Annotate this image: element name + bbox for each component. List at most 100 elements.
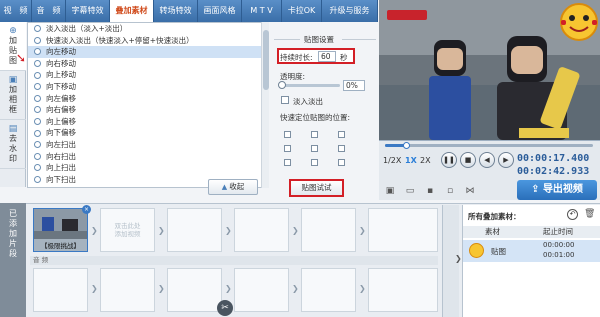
chevron-right-icon: ❯ [292, 284, 299, 293]
tab-transitions[interactable]: 转场特效 [154, 0, 198, 22]
list-scrollbar[interactable] [261, 22, 269, 188]
chevron-right-icon: ❯ [359, 226, 366, 235]
radio-button[interactable] [34, 36, 41, 44]
radio-button[interactable] [34, 118, 41, 126]
list-item[interactable]: 快速淡入淡出（快速淡入+停留+快速淡出） [28, 35, 268, 47]
radio-button[interactable] [34, 164, 41, 172]
list-item[interactable]: 向左扫出 [28, 139, 268, 151]
list-item[interactable]: 向右偏移 [28, 104, 268, 116]
export-video-button[interactable]: ⇪ 导出视频 [517, 180, 597, 200]
radio-button[interactable] [34, 106, 41, 114]
clip-thumbnail[interactable]: 【极限挑战】 × [33, 205, 91, 252]
radio-button[interactable] [34, 94, 41, 102]
position-top-right[interactable] [338, 131, 345, 138]
save-as-icon[interactable]: ▫ [445, 186, 455, 196]
undo-icon[interactable]: ↶ [567, 209, 578, 220]
expand-panel-icon[interactable]: ❯ [455, 254, 462, 263]
seek-bar[interactable] [385, 144, 593, 147]
sticker-preview-button[interactable]: 贴图试试 [289, 179, 344, 197]
tab-upgrade-service[interactable]: 升级与服务 [322, 0, 378, 22]
tab-karaoke[interactable]: 卡拉OK [282, 0, 322, 22]
position-center[interactable] [311, 145, 318, 152]
opacity-slider[interactable] [280, 84, 340, 87]
speed-half[interactable]: 1/2X [383, 156, 401, 165]
watermark-icon: ▤ [8, 124, 18, 134]
position-bottom-right[interactable] [338, 159, 345, 166]
radio-button[interactable] [34, 176, 41, 184]
frame-icon: ▣ [8, 75, 18, 85]
radio-button[interactable] [34, 141, 41, 149]
asset-row[interactable]: 贴图 00:00:00 00:01:00 [463, 240, 600, 262]
side-tab-add-frame[interactable]: ▣ 加 相 框 [0, 71, 26, 120]
remove-clip-icon[interactable]: × [82, 205, 91, 214]
position-bottom-left[interactable] [284, 159, 291, 166]
share-icon[interactable]: ⋈ [465, 186, 475, 196]
chevron-right-icon: ❯ [225, 284, 232, 293]
empty-clip-slot[interactable]: 双击此处 添加视频 [100, 208, 155, 252]
list-item[interactable]: 向上扫出 [28, 162, 268, 174]
side-tab-bar: ⊕ 加 贴 图 ▣ 加 相 框 ▤ 去 水 印 [0, 22, 26, 187]
tab-overlay-materials[interactable]: 叠加素材 [110, 0, 154, 22]
duration-unit: 秒 [340, 53, 348, 62]
list-item[interactable]: 向下偏移 [28, 127, 268, 139]
position-top-center[interactable] [311, 131, 318, 138]
stop-button[interactable]: ■ [460, 152, 476, 168]
save-icon[interactable]: ▪ [425, 186, 435, 196]
scissors-icon[interactable]: ✂ [217, 300, 233, 316]
empty-audio-slot[interactable] [301, 268, 356, 312]
list-item[interactable]: 向右移动 [28, 58, 268, 70]
speed-normal[interactable]: 1X [405, 156, 417, 165]
opacity-value[interactable]: 0% [343, 80, 365, 91]
empty-audio-slot[interactable] [33, 268, 88, 312]
arrow-indicator-icon: ➘ [16, 51, 27, 65]
speed-double[interactable]: 2X [420, 156, 431, 165]
list-item[interactable]: 向下移动 [28, 81, 268, 93]
radio-button[interactable] [34, 83, 41, 91]
position-middle-left[interactable] [284, 145, 291, 152]
tab-picture-style[interactable]: 画面风格 [198, 0, 242, 22]
open-folder-icon[interactable]: ▭ [405, 186, 415, 196]
tab-video[interactable]: 视 频 [0, 0, 32, 22]
radio-button[interactable] [34, 48, 41, 56]
prev-button[interactable]: ◀ [479, 152, 495, 168]
empty-clip-slot[interactable] [301, 208, 356, 252]
radio-button[interactable] [34, 152, 41, 160]
radio-button[interactable] [34, 71, 41, 79]
scrollbar-thumb[interactable] [263, 30, 269, 90]
tab-subtitle-effects[interactable]: 字幕特效 [66, 0, 110, 22]
empty-audio-slot[interactable] [167, 268, 222, 312]
tab-mtv[interactable]: M T V [242, 0, 282, 22]
empty-clip-slot[interactable] [368, 208, 438, 252]
empty-audio-slot[interactable] [368, 268, 438, 312]
radio-button[interactable] [34, 60, 41, 68]
trash-icon[interactable]: 🗑 [584, 209, 595, 219]
list-item[interactable]: 向右扫出 [28, 151, 268, 163]
tab-audio[interactable]: 音 频 [32, 0, 66, 22]
radio-button[interactable] [34, 25, 41, 33]
fade-checkbox[interactable] [281, 96, 289, 104]
next-button[interactable]: ▶ [498, 152, 514, 168]
empty-audio-slot[interactable] [234, 268, 289, 312]
list-item[interactable]: 向上移动 [28, 69, 268, 81]
total-time: 00:02:42.933 [517, 166, 590, 177]
list-item[interactable]: 淡入淡出（淡入+淡出） [28, 23, 268, 35]
asset-table-header: 素材 起止时间 [463, 226, 600, 238]
empty-clip-slot[interactable] [234, 208, 289, 252]
radio-button[interactable] [34, 129, 41, 137]
empty-audio-slot[interactable] [100, 268, 155, 312]
list-item-selected[interactable]: 向左移动 [28, 46, 268, 58]
side-tab-remove-watermark[interactable]: ▤ 去 水 印 [0, 120, 26, 169]
seek-handle[interactable] [403, 142, 410, 149]
list-item[interactable]: 向左偏移 [28, 93, 268, 105]
position-top-left[interactable] [284, 131, 291, 138]
snapshot-icon[interactable]: ▣ [385, 186, 395, 196]
position-middle-right[interactable] [338, 145, 345, 152]
empty-clip-slot[interactable] [167, 208, 222, 252]
position-bottom-center[interactable] [311, 159, 318, 166]
opacity-slider-handle[interactable] [278, 81, 286, 89]
duration-input[interactable]: 60 [318, 51, 336, 62]
pause-button[interactable]: ❚❚ [441, 152, 457, 168]
list-item[interactable]: 向上偏移 [28, 116, 268, 128]
video-preview [379, 0, 600, 140]
collapse-button[interactable]: ▲ 收起 [208, 179, 258, 195]
